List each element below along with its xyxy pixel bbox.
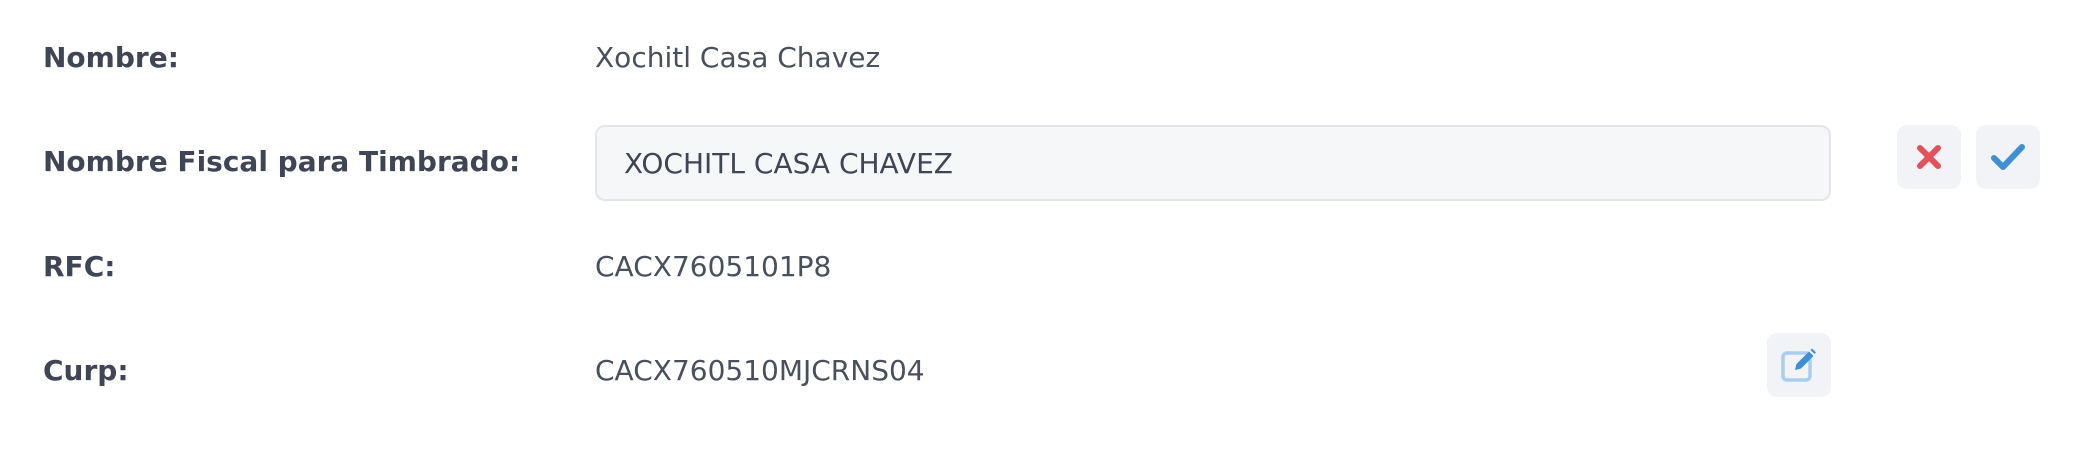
confirm-button[interactable] [1976,125,2040,189]
curp-label: Curp: [43,354,129,387]
rfc-value: CACX7605101P8 [595,250,832,283]
curp-value: CACX760510MJCRNS04 [595,354,925,387]
nombre-label: Nombre: [43,41,179,74]
rfc-label: RFC: [43,250,116,283]
customer-fiscal-form: Nombre: Xochitl Casa Chavez Nombre Fisca… [0,0,2092,452]
cancel-button[interactable] [1897,125,1961,189]
nombre-fiscal-label: Nombre Fiscal para Timbrado: [43,145,521,178]
check-icon [1991,144,2025,170]
edit-curp-button[interactable] [1767,333,1831,397]
nombre-value: Xochitl Casa Chavez [595,41,881,74]
x-icon [1917,145,1941,169]
edit-icon [1781,348,1816,382]
nombre-fiscal-input[interactable] [595,125,1831,201]
